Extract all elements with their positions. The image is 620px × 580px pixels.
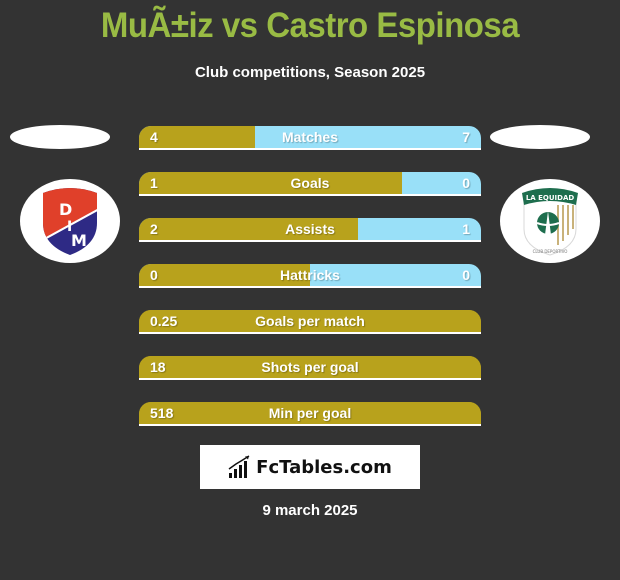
stat-left-value: 1 (150, 175, 158, 191)
stat-label: Assists (285, 221, 335, 237)
logo-text-bottom: CLUB DEPORTIVO (533, 249, 568, 254)
stat-bar-min-per-goal: Min per goal 518 (139, 402, 481, 426)
stat-left-value: 18 (150, 359, 166, 375)
stat-bar-matches: Matches 4 7 (139, 126, 481, 150)
stat-right-value: 7 (462, 129, 470, 145)
stat-left-value: 4 (150, 129, 158, 145)
stat-bar-hattricks: Hattricks 0 0 (139, 264, 481, 288)
fctables-brand[interactable]: FcTables.com (200, 445, 420, 489)
la-equidad-crest-icon: LA EQUIDAD CLUB DEPORTIVO (522, 188, 578, 256)
stat-label: Goals per match (255, 313, 365, 329)
logo-text-top: LA EQUIDAD (526, 194, 575, 202)
stat-right-value: 0 (462, 175, 470, 191)
brand-name: FcTables.com (256, 456, 392, 478)
stat-label: Hattricks (280, 267, 340, 283)
stat-bar-assists: Assists 2 1 (139, 218, 481, 242)
left-team-logo[interactable]: D I M (20, 179, 120, 263)
left-team-placeholder (10, 125, 110, 149)
page-subtitle: Club competitions, Season 2025 (194, 64, 426, 81)
stat-left-value: 0 (150, 267, 158, 283)
stat-bar-goals-per-match: Goals per match 0.25 (139, 310, 481, 334)
stat-bar-goals: Goals 1 0 (139, 172, 481, 196)
logo-letter-m: M (71, 231, 87, 250)
stat-left-value: 0.25 (150, 313, 178, 329)
stat-label: Goals (290, 175, 330, 191)
stat-bar-shots-per-goal: Shots per goal 18 (139, 356, 481, 380)
bar-chart-icon (228, 455, 250, 478)
stat-left-value: 518 (150, 405, 174, 421)
stat-label: Min per goal (268, 405, 352, 421)
match-date: 9 march 2025 (262, 502, 358, 519)
dim-crest-icon: D I M (43, 188, 97, 255)
stat-label: Matches (281, 129, 339, 145)
page-title: MuÃ±iz vs Castro Espinosa (100, 4, 520, 45)
stat-right-value: 0 (462, 267, 470, 283)
stat-left-value: 2 (150, 221, 158, 237)
stat-right-value: 1 (462, 221, 470, 237)
right-team-placeholder (490, 125, 590, 149)
logo-letter-d: D (59, 200, 72, 219)
right-team-logo[interactable]: LA EQUIDAD CLUB DEPORTIVO (500, 179, 600, 263)
stat-label: Shots per goal (261, 359, 359, 375)
